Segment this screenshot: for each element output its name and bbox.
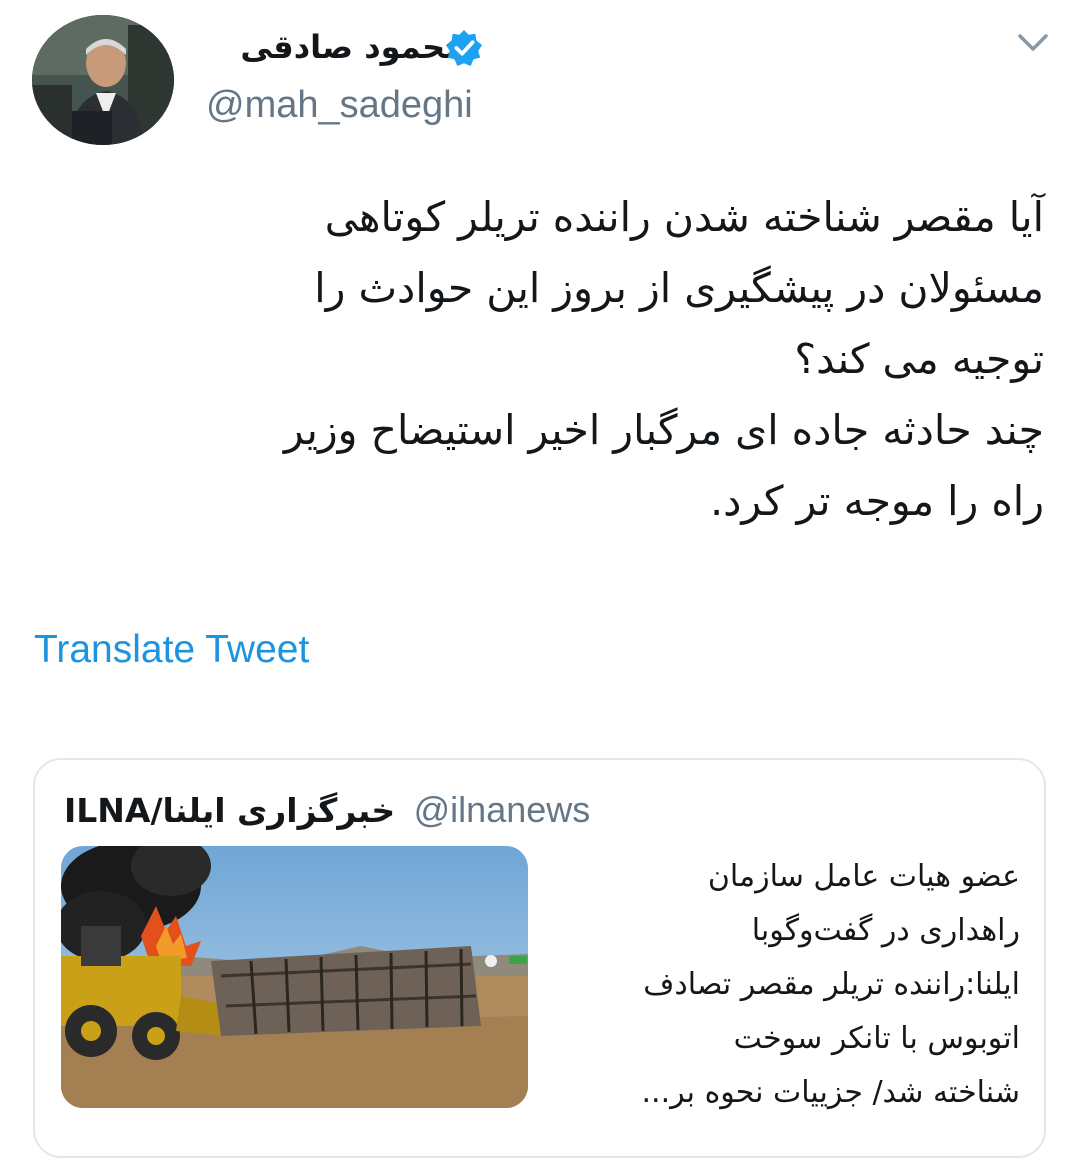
tweet-line: مسئولان در پیشگیری از بروز این حوادث را: [314, 264, 1044, 312]
author-handle[interactable]: @mah_sadeghi: [206, 84, 473, 127]
author-display-name[interactable]: محمود صادقی: [240, 28, 465, 66]
quoted-tweet-header: ILNA/خبرگزاری ایلنا @ilnanews: [64, 790, 590, 831]
quoted-tweet-image[interactable]: [61, 846, 528, 1108]
tweet-line: راه را موجه تر کرد.: [710, 477, 1044, 525]
quoted-tweet-card[interactable]: ILNA/خبرگزاری ایلنا @ilnanews عضو هیات ع…: [33, 758, 1046, 1158]
tweet-text: آیا مقصر شناخته شدن راننده تریلر کوتاهی …: [34, 182, 1044, 537]
quoted-text-line: عضو هیات عامل سازمان: [707, 859, 1020, 894]
quoted-text-line: ایلنا:راننده تریلر مقصر تصادف: [643, 967, 1020, 1002]
profile-photo: [32, 15, 174, 145]
tweet-line: چند حادثه جاده ای مرگبار اخیر استیضاح وز…: [283, 406, 1044, 454]
verified-badge-icon: [445, 29, 483, 67]
chevron-down-icon[interactable]: [1016, 30, 1050, 56]
quoted-text-line: اتوبوس با تانکر سوخت: [733, 1021, 1020, 1056]
quoted-text-line: شناخته شد/ جزییات نحوه بر...: [641, 1075, 1020, 1110]
quoted-tweet-text: عضو هیات عامل سازمان راهداری در گفت‌وگوب…: [590, 850, 1020, 1120]
tweet-line: آیا مقصر شناخته شدن راننده تریلر کوتاهی: [324, 193, 1044, 241]
news-photo-burned-bus: [61, 846, 528, 1108]
quoted-author-handle: @ilnanews: [413, 789, 591, 830]
quoted-text-line: راهداری در گفت‌وگوبا: [751, 913, 1020, 948]
author-avatar[interactable]: [32, 15, 174, 145]
tweet-line: توجیه می کند؟: [794, 335, 1044, 383]
translate-tweet-link[interactable]: Translate Tweet: [34, 628, 309, 672]
quoted-author-name: ILNA/خبرگزاری ایلنا: [64, 791, 396, 830]
